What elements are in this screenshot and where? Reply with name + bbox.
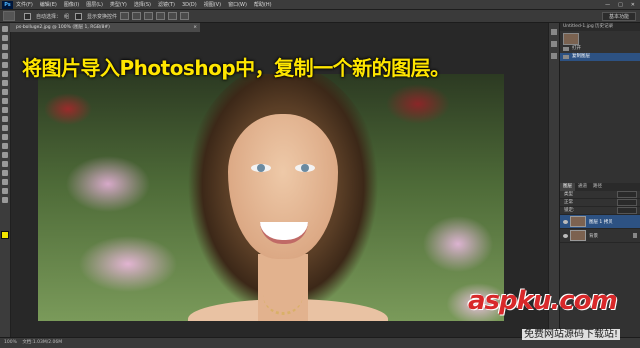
lock-icon	[633, 233, 637, 238]
auto-select-label: 自动选择：	[36, 13, 62, 20]
layers-panel-tabs: 图层 通道 路径	[560, 183, 640, 191]
lasso-icon[interactable]	[2, 44, 8, 50]
align-center-icon[interactable]	[168, 12, 178, 20]
menu-image[interactable]: 图像(I)	[64, 1, 79, 8]
workspace-switcher[interactable]: 基本功能	[601, 11, 636, 21]
document-tab[interactable]: ps-bolluge2.jpg @ 100% (图层 1, RGB/8#) ×	[10, 23, 200, 32]
zoom-level[interactable]: 100%	[4, 340, 17, 345]
gradient-icon[interactable]	[2, 125, 8, 131]
layer-name: 背景	[589, 233, 598, 239]
watermark-logo: aspku.com	[468, 286, 618, 316]
healing-brush-icon[interactable]	[2, 80, 8, 86]
type-icon[interactable]	[2, 161, 8, 167]
menu-type[interactable]: 类型(Y)	[110, 1, 127, 8]
visibility-eye-icon[interactable]	[563, 219, 568, 224]
menu-help[interactable]: 帮助(H)	[254, 1, 272, 8]
layer-filter-dropdown[interactable]	[617, 191, 637, 198]
window-controls: — □ ✕	[605, 2, 635, 8]
shape-icon[interactable]	[2, 179, 8, 185]
marquee-icon[interactable]	[2, 35, 8, 41]
eraser-icon[interactable]	[2, 116, 8, 122]
quick-select-icon[interactable]	[2, 53, 8, 59]
layer-kind-label: 类型	[564, 192, 573, 197]
opacity-field[interactable]	[617, 199, 637, 206]
visibility-eye-icon[interactable]	[563, 233, 568, 238]
close-button[interactable]: ✕	[631, 2, 635, 8]
character-panel-icon[interactable]	[551, 53, 557, 59]
menu-bar: Ps 文件(F) 编辑(E) 图像(I) 图层(L) 类型(Y) 选择(S) 滤…	[0, 0, 640, 10]
pen-icon[interactable]	[2, 152, 8, 158]
clone-stamp-icon[interactable]	[2, 98, 8, 104]
watermark-tagline: 免费网站源码下载站!	[522, 329, 621, 340]
auto-select-dropdown[interactable]: 组	[64, 13, 69, 20]
dodge-icon[interactable]	[2, 143, 8, 149]
photo-left-eye	[251, 164, 271, 172]
align-left-icon[interactable]	[156, 12, 166, 20]
document-tab-label: ps-bolluge2.jpg @ 100% (图层 1, RGB/8#)	[16, 25, 110, 30]
properties-panel-icon[interactable]	[551, 41, 557, 47]
crop-icon[interactable]	[2, 62, 8, 68]
lock-label: 锁定:	[564, 208, 575, 213]
layer-filter-row: 类型	[560, 191, 640, 199]
history-step-icon	[563, 47, 569, 51]
history-brush-icon[interactable]	[2, 107, 8, 113]
align-right-icon[interactable]	[180, 12, 190, 20]
fill-field[interactable]	[617, 207, 637, 214]
auto-select-checkbox[interactable]	[24, 12, 31, 20]
align-top-icon[interactable]	[120, 12, 130, 20]
layer-name: 图层 1 拷贝	[589, 219, 613, 225]
foreground-color-swatch[interactable]	[1, 231, 9, 239]
eyedropper-icon[interactable]	[2, 71, 8, 77]
history-item-open[interactable]: 打开	[560, 45, 640, 53]
path-select-icon[interactable]	[2, 170, 8, 176]
hand-icon[interactable]	[2, 188, 8, 194]
align-bottom-icon[interactable]	[144, 12, 154, 20]
show-transform-checkbox[interactable]	[75, 12, 83, 20]
menu-filter[interactable]: 滤镜(T)	[158, 1, 175, 8]
history-item-label: 复制图层	[572, 54, 590, 59]
lock-row: 锁定:	[560, 207, 640, 215]
layer-thumbnail	[570, 230, 586, 241]
minimize-button[interactable]: —	[605, 2, 610, 8]
menu-view[interactable]: 视图(V)	[204, 1, 221, 8]
document-info: 文档:1.03M/2.06M	[22, 340, 63, 345]
history-item-duplicate-layer[interactable]: 复制图层	[560, 53, 640, 61]
history-snapshot-thumbnail	[563, 33, 579, 45]
brush-icon[interactable]	[2, 89, 8, 95]
tutorial-caption: 将图片导入Photoshop中，复制一个新的图层。	[22, 56, 450, 80]
layers-panel: 图层 通道 路径 类型 正常 锁定: 图层 1 拷贝 背景	[560, 183, 640, 243]
move-icon[interactable]	[2, 26, 8, 32]
menu-window[interactable]: 窗口(W)	[228, 1, 247, 8]
tab-paths[interactable]: 路径	[590, 183, 605, 191]
blur-icon[interactable]	[2, 134, 8, 140]
history-panel-icon[interactable]	[551, 29, 557, 35]
photo-right-eye	[295, 164, 315, 172]
layer-thumbnail	[570, 216, 586, 227]
portrait-photo	[38, 74, 504, 321]
close-tab-icon[interactable]: ×	[193, 23, 197, 32]
menu-edit[interactable]: 编辑(E)	[40, 1, 57, 8]
tab-layers[interactable]: 图层	[560, 183, 575, 191]
zoom-icon[interactable]	[2, 197, 8, 203]
menu-file[interactable]: 文件(F)	[16, 1, 33, 8]
align-middle-icon[interactable]	[132, 12, 142, 20]
layer-item-copy[interactable]: 图层 1 拷贝	[560, 215, 640, 229]
menu-3d[interactable]: 3D(D)	[182, 2, 197, 8]
show-transform-label: 显示变换控件	[87, 13, 118, 20]
maximize-button[interactable]: □	[618, 2, 623, 8]
move-tool-icon[interactable]	[3, 11, 15, 21]
menu-layer[interactable]: 图层(L)	[86, 1, 103, 8]
blend-mode-row: 正常	[560, 199, 640, 207]
tools-panel	[0, 23, 11, 337]
options-bar: 自动选择： 组 显示变换控件 基本功能	[0, 10, 640, 23]
layer-item-background[interactable]: 背景	[560, 229, 640, 243]
history-panel-header: Untitled-1.jpg 历史记录	[560, 23, 640, 31]
blend-mode-select[interactable]: 正常	[564, 199, 573, 206]
menu-select[interactable]: 选择(S)	[134, 1, 151, 8]
history-step-icon	[563, 55, 569, 59]
history-snapshot[interactable]	[560, 31, 640, 45]
tab-channels[interactable]: 通道	[575, 183, 590, 191]
photoshop-logo: Ps	[2, 0, 13, 9]
history-item-label: 打开	[572, 46, 581, 51]
